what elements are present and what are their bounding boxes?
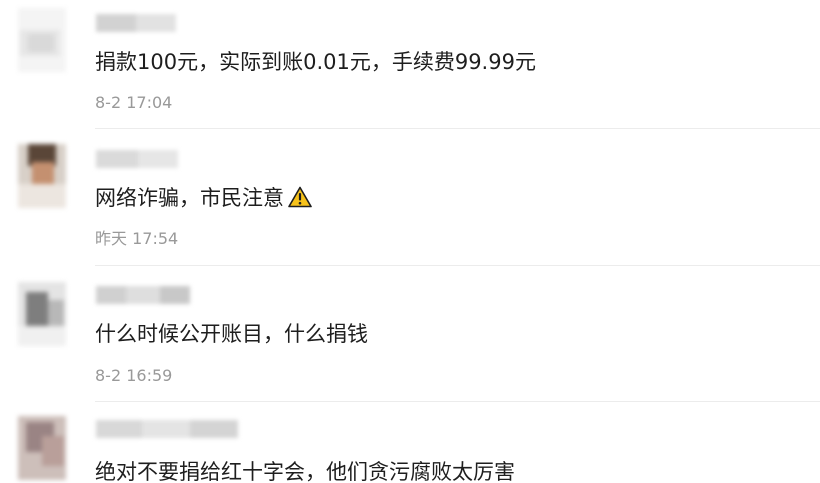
comment-item[interactable]: 什么时候公开账目，什么捐钱 8-2 16:59 [0, 266, 820, 402]
comment-item[interactable]: 网络诈骗，市民注意 昨天 17:54 [0, 130, 820, 266]
username-blurred[interactable] [96, 150, 178, 168]
comment-text: 绝对不要捐给红十字会，他们贪污腐败太厉害 [95, 460, 515, 483]
avatar[interactable] [18, 416, 66, 480]
warning-icon [288, 186, 312, 215]
avatar[interactable] [18, 144, 66, 208]
comment-item[interactable]: 捐款100元，实际到账0.01元，手续费99.99元 8-2 17:04 [0, 0, 820, 130]
username-blurred[interactable] [96, 420, 238, 438]
divider [95, 128, 820, 129]
avatar[interactable] [18, 8, 66, 72]
avatar[interactable] [18, 282, 66, 346]
comment-text: 捐款100元，实际到账0.01元，手续费99.99元 [95, 50, 536, 74]
comment-text: 网络诈骗，市民注意 [95, 184, 312, 215]
username-blurred[interactable] [96, 286, 190, 304]
comment-time: 8-2 17:04 [95, 93, 173, 112]
comment-time: 8-2 16:59 [95, 366, 173, 385]
comment-item[interactable]: 绝对不要捐给红十字会，他们贪污腐败太厉害 [0, 402, 820, 483]
comment-text-content: 网络诈骗，市民注意 [95, 186, 284, 210]
comment-time: 昨天 17:54 [95, 229, 179, 248]
comment-list: 捐款100元，实际到账0.01元，手续费99.99元 8-2 17:04 网络诈… [0, 0, 820, 483]
comment-text: 什么时候公开账目，什么捐钱 [95, 322, 368, 346]
username-blurred[interactable] [96, 14, 176, 32]
